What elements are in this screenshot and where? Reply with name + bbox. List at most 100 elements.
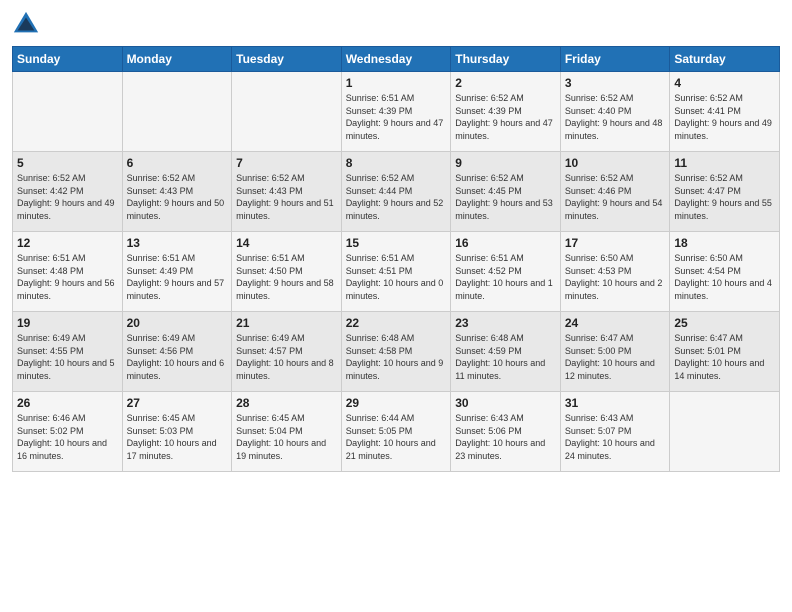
day-header-saturday: Saturday xyxy=(670,47,780,72)
day-number: 9 xyxy=(455,156,556,170)
day-number: 25 xyxy=(674,316,775,330)
day-number: 14 xyxy=(236,236,337,250)
calendar-cell: 15 Sunrise: 6:51 AMSunset: 4:51 PMDayligh… xyxy=(341,232,451,312)
calendar-cell: 30 Sunrise: 6:43 AMSunset: 5:06 PMDayligh… xyxy=(451,392,561,472)
day-header-wednesday: Wednesday xyxy=(341,47,451,72)
cell-info: Sunrise: 6:52 AMSunset: 4:47 PMDaylight:… xyxy=(674,172,775,222)
day-number: 26 xyxy=(17,396,118,410)
cell-info: Sunrise: 6:47 AMSunset: 5:00 PMDaylight:… xyxy=(565,332,666,382)
day-number: 18 xyxy=(674,236,775,250)
logo-icon xyxy=(12,10,40,38)
cell-info: Sunrise: 6:45 AMSunset: 5:03 PMDaylight:… xyxy=(127,412,228,462)
calendar-cell: 28 Sunrise: 6:45 AMSunset: 5:04 PMDayligh… xyxy=(232,392,342,472)
calendar-cell: 25 Sunrise: 6:47 AMSunset: 5:01 PMDayligh… xyxy=(670,312,780,392)
calendar-week-row: 1 Sunrise: 6:51 AMSunset: 4:39 PMDaylight… xyxy=(13,72,780,152)
calendar-cell: 3 Sunrise: 6:52 AMSunset: 4:40 PMDaylight… xyxy=(560,72,670,152)
calendar-cell: 4 Sunrise: 6:52 AMSunset: 4:41 PMDaylight… xyxy=(670,72,780,152)
cell-info: Sunrise: 6:49 AMSunset: 4:55 PMDaylight:… xyxy=(17,332,118,382)
day-number: 13 xyxy=(127,236,228,250)
calendar-cell: 20Sunrise: 6:49 AMSunset: 4:56 PMDayligh… xyxy=(122,312,232,392)
day-number: 3 xyxy=(565,76,666,90)
calendar-cell: 8 Sunrise: 6:52 AMSunset: 4:44 PMDaylight… xyxy=(341,152,451,232)
logo xyxy=(12,10,44,38)
cell-info: Sunrise: 6:50 AMSunset: 4:53 PMDaylight:… xyxy=(565,252,666,302)
calendar-cell: 23Sunrise: 6:48 AMSunset: 4:59 PMDayligh… xyxy=(451,312,561,392)
calendar-cell: 5Sunrise: 6:52 AMSunset: 4:42 PMDaylight… xyxy=(13,152,123,232)
day-header-friday: Friday xyxy=(560,47,670,72)
day-number: 1 xyxy=(346,76,447,90)
day-number: 12 xyxy=(17,236,118,250)
calendar-cell: 31 Sunrise: 6:43 AMSunset: 5:07 PMDayligh… xyxy=(560,392,670,472)
cell-info: Sunrise: 6:51 AMSunset: 4:52 PMDaylight:… xyxy=(455,252,556,302)
cell-info: Sunrise: 6:52 AMSunset: 4:44 PMDaylight:… xyxy=(346,172,447,222)
calendar-cell: 7 Sunrise: 6:52 AMSunset: 4:43 PMDaylight… xyxy=(232,152,342,232)
day-header-sunday: Sunday xyxy=(13,47,123,72)
cell-info: Sunrise: 6:52 AMSunset: 4:46 PMDaylight:… xyxy=(565,172,666,222)
cell-info: Sunrise: 6:49 AMSunset: 4:57 PMDaylight:… xyxy=(236,332,337,382)
cell-info: Sunrise: 6:51 AMSunset: 4:39 PMDaylight:… xyxy=(346,92,447,142)
cell-info: Sunrise: 6:45 AMSunset: 5:04 PMDaylight:… xyxy=(236,412,337,462)
calendar-cell: 1 Sunrise: 6:51 AMSunset: 4:39 PMDaylight… xyxy=(341,72,451,152)
day-number: 28 xyxy=(236,396,337,410)
day-number: 11 xyxy=(674,156,775,170)
cell-info: Sunrise: 6:51 AMSunset: 4:48 PMDaylight:… xyxy=(17,252,118,302)
day-number: 2 xyxy=(455,76,556,90)
calendar-cell: 9 Sunrise: 6:52 AMSunset: 4:45 PMDaylight… xyxy=(451,152,561,232)
cell-info: Sunrise: 6:52 AMSunset: 4:43 PMDaylight:… xyxy=(236,172,337,222)
cell-info: Sunrise: 6:51 AMSunset: 4:49 PMDaylight:… xyxy=(127,252,228,302)
day-number: 7 xyxy=(236,156,337,170)
cell-info: Sunrise: 6:52 AMSunset: 4:39 PMDaylight:… xyxy=(455,92,556,142)
cell-info: Sunrise: 6:52 AMSunset: 4:40 PMDaylight:… xyxy=(565,92,666,142)
cell-info: Sunrise: 6:52 AMSunset: 4:42 PMDaylight:… xyxy=(17,172,118,222)
calendar-cell: 16Sunrise: 6:51 AMSunset: 4:52 PMDayligh… xyxy=(451,232,561,312)
calendar-cell: 22Sunrise: 6:48 AMSunset: 4:58 PMDayligh… xyxy=(341,312,451,392)
day-number: 8 xyxy=(346,156,447,170)
calendar-week-row: 12 Sunrise: 6:51 AMSunset: 4:48 PMDayligh… xyxy=(13,232,780,312)
calendar-cell xyxy=(122,72,232,152)
day-number: 10 xyxy=(565,156,666,170)
calendar-week-row: 5Sunrise: 6:52 AMSunset: 4:42 PMDaylight… xyxy=(13,152,780,232)
day-number: 23 xyxy=(455,316,556,330)
page-container: SundayMondayTuesdayWednesdayThursdayFrid… xyxy=(0,0,792,482)
day-header-thursday: Thursday xyxy=(451,47,561,72)
page-header xyxy=(12,10,780,38)
cell-info: Sunrise: 6:47 AMSunset: 5:01 PMDaylight:… xyxy=(674,332,775,382)
calendar-cell: 18 Sunrise: 6:50 AMSunset: 4:54 PMDayligh… xyxy=(670,232,780,312)
day-number: 4 xyxy=(674,76,775,90)
calendar-cell: 19 Sunrise: 6:49 AMSunset: 4:55 PMDayligh… xyxy=(13,312,123,392)
calendar-table: SundayMondayTuesdayWednesdayThursdayFrid… xyxy=(12,46,780,472)
calendar-cell: 26 Sunrise: 6:46 AMSunset: 5:02 PMDayligh… xyxy=(13,392,123,472)
day-number: 20 xyxy=(127,316,228,330)
cell-info: Sunrise: 6:51 AMSunset: 4:50 PMDaylight:… xyxy=(236,252,337,302)
cell-info: Sunrise: 6:52 AMSunset: 4:41 PMDaylight:… xyxy=(674,92,775,142)
cell-info: Sunrise: 6:43 AMSunset: 5:07 PMDaylight:… xyxy=(565,412,666,462)
calendar-cell: 17 Sunrise: 6:50 AMSunset: 4:53 PMDayligh… xyxy=(560,232,670,312)
calendar-cell: 10 Sunrise: 6:52 AMSunset: 4:46 PMDayligh… xyxy=(560,152,670,232)
day-number: 17 xyxy=(565,236,666,250)
day-number: 31 xyxy=(565,396,666,410)
calendar-cell: 2 Sunrise: 6:52 AMSunset: 4:39 PMDaylight… xyxy=(451,72,561,152)
calendar-cell: 24 Sunrise: 6:47 AMSunset: 5:00 PMDayligh… xyxy=(560,312,670,392)
cell-info: Sunrise: 6:43 AMSunset: 5:06 PMDaylight:… xyxy=(455,412,556,462)
cell-info: Sunrise: 6:46 AMSunset: 5:02 PMDaylight:… xyxy=(17,412,118,462)
calendar-header-row: SundayMondayTuesdayWednesdayThursdayFrid… xyxy=(13,47,780,72)
day-number: 19 xyxy=(17,316,118,330)
cell-info: Sunrise: 6:52 AMSunset: 4:45 PMDaylight:… xyxy=(455,172,556,222)
day-number: 21 xyxy=(236,316,337,330)
calendar-cell: 13 Sunrise: 6:51 AMSunset: 4:49 PMDayligh… xyxy=(122,232,232,312)
day-number: 6 xyxy=(127,156,228,170)
calendar-cell: 11 Sunrise: 6:52 AMSunset: 4:47 PMDayligh… xyxy=(670,152,780,232)
day-number: 22 xyxy=(346,316,447,330)
calendar-cell: 6Sunrise: 6:52 AMSunset: 4:43 PMDaylight… xyxy=(122,152,232,232)
calendar-cell xyxy=(670,392,780,472)
day-number: 15 xyxy=(346,236,447,250)
day-number: 30 xyxy=(455,396,556,410)
calendar-cell: 14 Sunrise: 6:51 AMSunset: 4:50 PMDayligh… xyxy=(232,232,342,312)
calendar-cell: 27Sunrise: 6:45 AMSunset: 5:03 PMDayligh… xyxy=(122,392,232,472)
calendar-cell: 29Sunrise: 6:44 AMSunset: 5:05 PMDayligh… xyxy=(341,392,451,472)
day-number: 24 xyxy=(565,316,666,330)
calendar-cell: 12 Sunrise: 6:51 AMSunset: 4:48 PMDayligh… xyxy=(13,232,123,312)
cell-info: Sunrise: 6:50 AMSunset: 4:54 PMDaylight:… xyxy=(674,252,775,302)
day-number: 29 xyxy=(346,396,447,410)
cell-info: Sunrise: 6:51 AMSunset: 4:51 PMDaylight:… xyxy=(346,252,447,302)
